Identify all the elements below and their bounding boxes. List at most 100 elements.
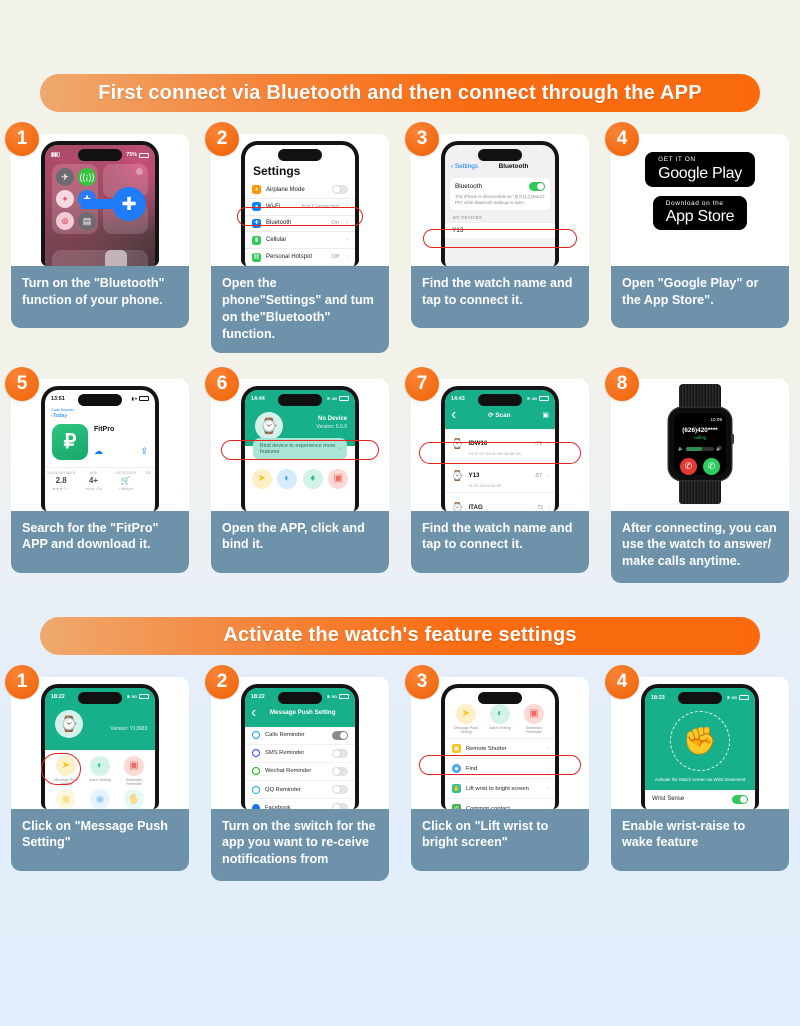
app-name: FitPro <box>94 425 115 433</box>
airplane-toggle[interactable] <box>332 185 348 195</box>
badge-big-text: Google Play <box>658 164 742 182</box>
volume-bar[interactable] <box>685 447 715 451</box>
phone-down-icon[interactable]: ✆ <box>680 458 697 475</box>
bind-device-button[interactable]: Bind device to experience more features … <box>253 437 347 460</box>
phone-notch <box>478 691 522 704</box>
card-image-area: 10:09 (626)420**** calling 🔈 🔊 ✆ ✆ <box>611 378 789 511</box>
feature-extra-2[interactable]: ◉ <box>86 789 114 809</box>
feature-message-push[interactable]: ➤ <box>249 468 275 489</box>
feature-alarm[interactable]: ◐ Alarm Setting <box>486 703 514 735</box>
push-row-facebook[interactable]: Facebook <box>245 799 355 809</box>
call-state: calling <box>694 435 706 440</box>
phone-icon[interactable]: ✆ <box>703 458 720 475</box>
feature-message-push[interactable]: ➤ Message Push Setting <box>52 755 80 787</box>
settings-row-bluetooth[interactable]: ✚ Bluetooth On › <box>245 216 355 233</box>
row-label: SMS Reminder <box>265 750 305 757</box>
qr-scan-icon[interactable]: ▣ <box>542 411 549 419</box>
card-image-area: ‹ Settings Bluetooth Bluetooth This iPho… <box>411 134 589 266</box>
bluetooth-navbar: ‹ Settings Bluetooth <box>445 161 555 175</box>
card-image-area: 18:22 ⊪ 5G ‹ Message Push Setting Calls … <box>211 676 389 809</box>
card-caption: Search for the "FitPro" APP and download… <box>11 510 189 573</box>
wechat-toggle[interactable] <box>332 766 348 776</box>
sms-icon <box>252 749 260 758</box>
menu-row-find[interactable]: ◉ Find › <box>445 758 555 778</box>
push-row-wechat[interactable]: Wechat Reminder <box>245 763 355 782</box>
back-button[interactable]: ‹ Settings <box>451 163 478 170</box>
status-time: 13:51 <box>51 395 65 402</box>
feature-message-push[interactable]: ➤ Message Push Setting <box>452 703 480 735</box>
menu-row-lift-wrist[interactable]: ✋ Lift wrist to bright screen › <box>445 778 555 798</box>
push-row-sms[interactable]: SMS Reminder <box>245 745 355 763</box>
settings-row-airplane[interactable]: ✈ Airplane Mode <box>245 182 355 199</box>
phone-mock-push-settings: 18:22 ⊪ 5G ‹ Message Push Setting Calls … <box>241 683 359 809</box>
card-image-area: 14:44 ⊪ 4G ⌚ No Device Version: 5.0.0 Bi… <box>211 378 389 511</box>
device-row-y13[interactable]: Y13 <box>445 222 555 239</box>
wrist-icon: ✋ <box>124 789 144 809</box>
row-label: Airplane Mode <box>266 186 305 193</box>
cc-slider[interactable] <box>105 250 127 266</box>
scan-device-row[interactable]: ⌚ Y13 21:22:33:03:0A:FE -57 › <box>445 461 555 493</box>
airplane-icon[interactable]: ✈ <box>56 168 74 186</box>
step-number-badge: 5 <box>5 366 39 401</box>
scan-device-row[interactable]: ⌚ IDW16 F4:1F:2C:34:3C:5E:3A:5E:3A -71 › <box>445 429 555 461</box>
status-battery: ⊪ 5G <box>327 694 349 699</box>
step-number-badge: 2 <box>205 664 239 699</box>
cc-bottom-tile[interactable] <box>52 250 148 266</box>
card-caption: Open the APP, click and bind it. <box>211 510 389 573</box>
wrist-sense-row[interactable]: Wrist Sense <box>645 789 755 809</box>
back-button[interactable]: ‹ <box>451 406 456 424</box>
push-row-qq[interactable]: QQ Reminder <box>245 781 355 800</box>
rotation-lock-icon[interactable]: ⊚ <box>56 212 74 230</box>
airplane-icon: ✈ <box>252 185 261 195</box>
calls-toggle[interactable] <box>332 730 348 740</box>
watch-crown[interactable] <box>731 433 734 444</box>
feature-alarm[interactable]: ◐ Alarm Setting <box>86 755 114 787</box>
settings-row-wifi[interactable]: ✦ Wi-Fi Not Connected › <box>245 199 355 216</box>
feature-sedentary[interactable]: ▣ Sedentary Reminder <box>120 755 148 787</box>
feature-sedentary[interactable]: ♦ <box>300 468 326 489</box>
feature-sedentary[interactable]: ▣ Sedentary Reminder <box>520 703 548 735</box>
row-label: Find <box>466 765 478 772</box>
feature-icon-row: ➤ Message Push Setting ◐ Alarm Setting ▣… <box>45 750 155 787</box>
feature-camera[interactable]: ▣ <box>326 468 352 489</box>
step-card-3: 3 ‹ Settings Bluetooth Bluetooth This iP… <box>405 122 589 353</box>
menu-row-remote-shutter[interactable]: ▣ Remote Shutter › <box>445 738 555 758</box>
settings-row-hotspot[interactable]: ⛓ Personal Hotspot Off › <box>245 249 355 266</box>
download-cloud-icon[interactable]: ☁ <box>94 446 103 457</box>
sms-toggle[interactable] <box>332 748 348 758</box>
share-icon[interactable]: ⇪ <box>140 446 148 457</box>
feature-alarm[interactable]: ◐ <box>275 468 301 489</box>
wrist-sense-toggle[interactable] <box>732 794 748 804</box>
wifi-icon[interactable]: ✦ <box>56 190 74 208</box>
airdrop-icon[interactable]: ((¡)) <box>78 168 96 186</box>
back-button[interactable]: ‹ <box>251 704 256 722</box>
google-play-badge[interactable]: GET IT ON Google Play <box>645 152 755 187</box>
stat-key: AGE <box>89 470 98 475</box>
appstore-back[interactable]: ‹ Today <box>45 412 155 422</box>
feature-extra-1[interactable]: ▣ <box>52 789 80 809</box>
screen-mirror-icon[interactable]: ▤ <box>78 212 96 230</box>
step-number-badge: 6 <box>205 366 239 401</box>
app-store-badge[interactable]: Download on the App Store <box>652 195 748 230</box>
row-label: Facebook <box>265 804 291 809</box>
volume-slider[interactable]: 🔈 🔊 <box>678 446 722 452</box>
find-icon: ◉ <box>452 764 461 774</box>
settings-row-cellular[interactable]: ▮ Cellular › <box>245 232 355 250</box>
qq-toggle[interactable] <box>332 785 348 795</box>
settings-title: Settings <box>253 164 301 178</box>
sedentary-icon: ▣ <box>124 755 144 776</box>
device-mac: 21:22:33:03:0A:FE <box>468 483 502 488</box>
bluetooth-highlight-icon[interactable]: ✚ <box>112 187 146 221</box>
volume-high-icon: 🔊 <box>716 446 722 451</box>
push-row-calls[interactable]: Calls Reminder <box>245 727 355 745</box>
device-name: iTAG <box>468 504 483 511</box>
chevron-right-icon: › <box>346 254 348 261</box>
bluetooth-toggle[interactable] <box>529 182 545 191</box>
facebook-toggle[interactable] <box>332 803 348 809</box>
phone-mock-bluetooth: ‹ Settings Bluetooth Bluetooth This iPho… <box>441 141 559 266</box>
scan-device-row[interactable]: ⌚ iTAG FF:FF:16:A5:88:30:6B:02:01:33:00 … <box>445 493 555 511</box>
section-banner-connect: First connect via Bluetooth and then con… <box>40 74 760 112</box>
feature-extra-3[interactable]: ✋ <box>120 789 148 809</box>
step-card-6: 6 14:44 ⊪ 4G ⌚ No Device Version: 5.0.0 <box>205 366 389 583</box>
menu-row-common-contact[interactable]: ✆ Common contact › <box>445 798 555 809</box>
